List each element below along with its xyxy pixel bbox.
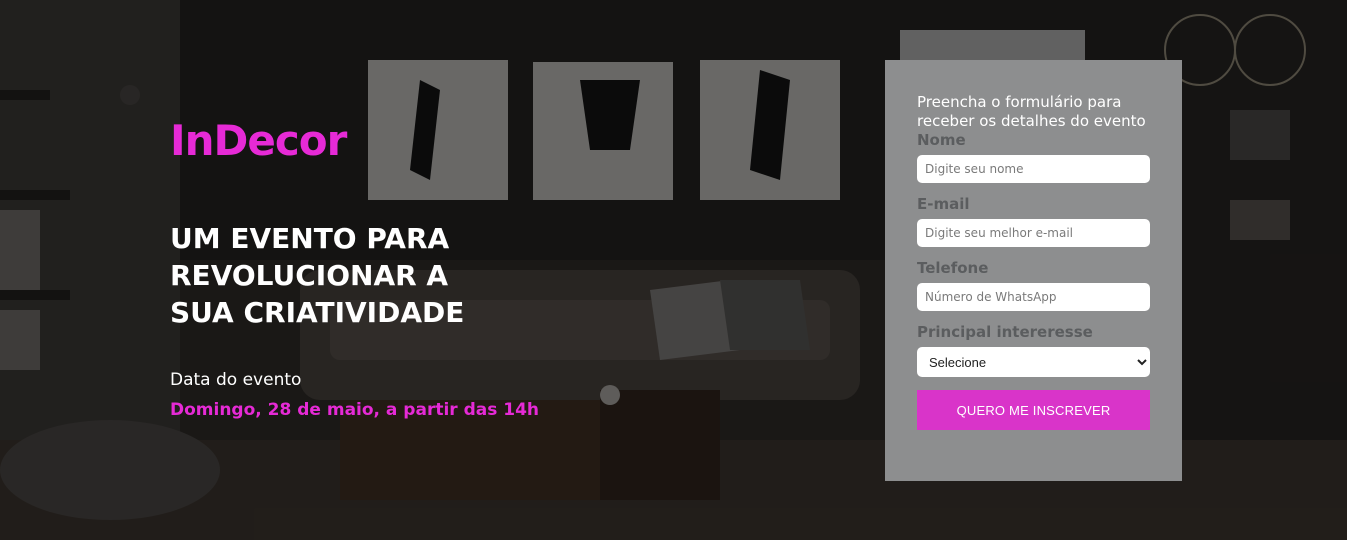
email-input[interactable]: [917, 219, 1150, 247]
interest-select[interactable]: Selecione: [917, 347, 1150, 377]
name-label: Nome: [917, 131, 966, 149]
email-label: E-mail: [917, 195, 970, 213]
interest-label: Principal intereresse: [917, 323, 1093, 341]
hero-headline: UM EVENTO PARA REVOLUCIONAR A SUA CRIATI…: [170, 220, 550, 331]
brand-logo-text: InDecor: [170, 116, 347, 165]
registration-form: Preencha o formulário para receber os de…: [885, 60, 1182, 481]
headline-line-1: UM EVENTO PARA: [170, 222, 450, 255]
headline-line-3: SUA CRIATIVIDADE: [170, 296, 465, 329]
form-intro-text: Preencha o formulário para receber os de…: [917, 93, 1146, 130]
phone-input[interactable]: [917, 283, 1150, 311]
name-input[interactable]: [917, 155, 1150, 183]
headline-line-2: REVOLUCIONAR A: [170, 259, 449, 292]
subscribe-button[interactable]: QUERO ME INSCREVER: [917, 390, 1150, 430]
phone-label: Telefone: [917, 259, 989, 277]
hero-section: InDecor UM EVENTO PARA REVOLUCIONAR A SU…: [0, 0, 1347, 540]
hero-content: InDecor UM EVENTO PARA REVOLUCIONAR A SU…: [0, 0, 1347, 540]
event-date-value: Domingo, 28 de maio, a partir das 14h: [170, 400, 540, 420]
event-date-label: Data do evento: [170, 370, 302, 390]
